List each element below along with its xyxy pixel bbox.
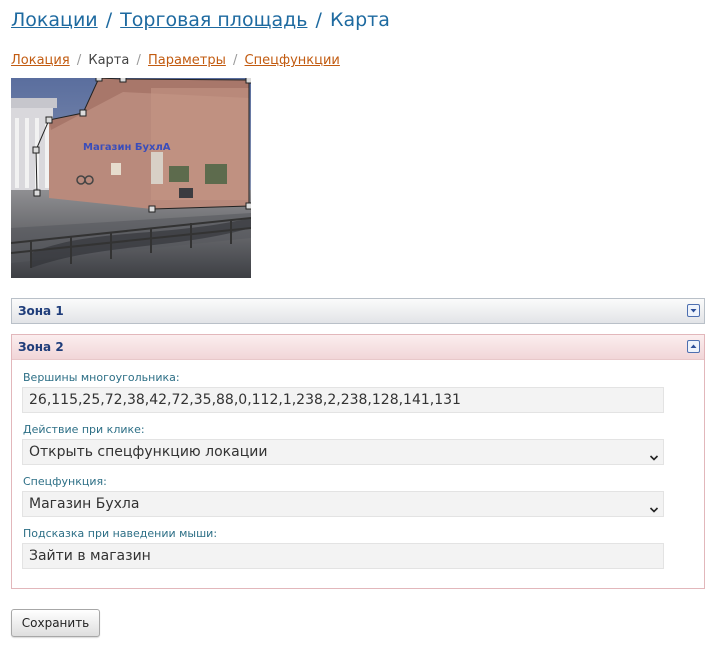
map-scene: Магазин БухлА [11, 78, 251, 278]
hover-hint-input[interactable]: Зайти в магазин [22, 543, 664, 569]
chevron-down-icon[interactable] [687, 304, 700, 317]
tab-map-current: Карта [88, 53, 130, 68]
chevron-down-icon [649, 499, 659, 516]
breadcrumb-trade-square-link[interactable]: Торговая площадь [120, 9, 307, 31]
hover-hint-label: Подсказка при наведении мыши: [23, 527, 218, 540]
chevron-up-icon[interactable] [687, 340, 700, 353]
click-action-label: Действие при клике: [23, 423, 145, 436]
breadcrumb-locations-link[interactable]: Локации [11, 9, 98, 31]
shop-sign-text: Магазин БухлА [83, 142, 171, 153]
zone-1-header[interactable]: Зона 1 [12, 299, 704, 323]
zone-1-title: Зона 1 [18, 304, 64, 318]
breadcrumb-separator: / [315, 9, 322, 31]
tab-separator: / [233, 53, 238, 68]
tab-separator: / [136, 53, 141, 68]
vertices-value: 26,115,25,72,38,42,72,35,88,0,112,1,238,… [29, 392, 461, 408]
tab-parameters[interactable]: Параметры [148, 53, 226, 68]
vertices-input[interactable]: 26,115,25,72,38,42,72,35,88,0,112,1,238,… [22, 387, 664, 413]
zone-2-panel: Зона 2 Вершины многоугольника: 26,115,25… [11, 334, 705, 589]
tab-location[interactable]: Локация [11, 53, 70, 68]
zone-2-header[interactable]: Зона 2 [12, 335, 704, 360]
tab-specfunctions[interactable]: Спецфункции [245, 53, 340, 68]
specfunction-label: Спецфункция: [23, 475, 107, 488]
tab-separator: / [76, 53, 82, 68]
zone-1-panel: Зона 1 [11, 298, 705, 324]
vertices-label: Вершины многоугольника: [23, 371, 180, 384]
specfunction-select[interactable]: Магазин Бухла [22, 491, 664, 517]
zone-2-title: Зона 2 [18, 340, 64, 354]
breadcrumb-separator: / [105, 9, 113, 31]
location-map-image[interactable]: Магазин БухлА [11, 78, 251, 278]
section-tabs: Локация / Карта / Параметры / Спецфункци… [11, 53, 340, 68]
breadcrumb-current: Карта [329, 9, 390, 31]
click-action-select[interactable]: Открыть спецфункцию локации [22, 439, 664, 465]
save-button[interactable]: Сохранить [11, 609, 100, 637]
hover-hint-value: Зайти в магазин [29, 548, 151, 564]
click-action-value: Открыть спецфункцию локации [29, 444, 268, 460]
specfunction-value: Магазин Бухла [29, 496, 140, 512]
page-title: Локации / Торговая площадь / Карта [11, 9, 390, 31]
chevron-down-icon [649, 447, 659, 464]
